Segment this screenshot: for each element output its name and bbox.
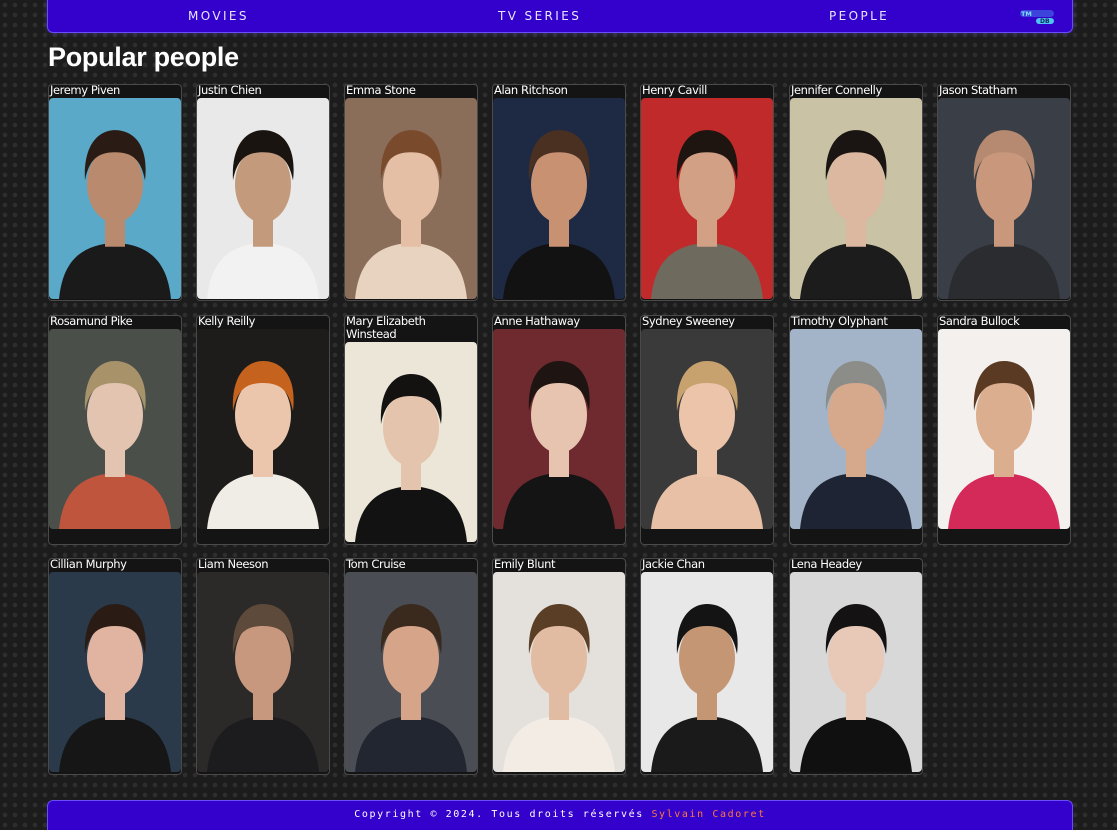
footer-author-link[interactable]: Sylvain Cadoret: [651, 809, 765, 820]
person-card[interactable]: Timothy Olyphant: [789, 315, 923, 545]
person-name: Jason Statham: [939, 84, 1018, 97]
person-photo: [49, 572, 181, 772]
person-name: Jeremy Piven: [50, 84, 120, 97]
footer: Copyright © 2024. Tous droits réservés S…: [47, 800, 1073, 830]
portrait-silhouette-icon: [49, 572, 181, 772]
person-name: Tom Cruise: [346, 558, 406, 571]
person-photo: [790, 572, 922, 772]
portrait-silhouette-icon: [197, 572, 329, 772]
person-card[interactable]: Jackie Chan: [640, 558, 774, 775]
person-card[interactable]: Lena Headey: [789, 558, 923, 775]
person-photo: [938, 329, 1070, 529]
footer-copyright-text: Copyright © 2024. Tous droits réservés: [354, 809, 652, 820]
person-name: Jennifer Connelly: [791, 84, 882, 97]
person-card[interactable]: Emily Blunt: [492, 558, 626, 775]
person-photo: [493, 329, 625, 529]
tmdb-logo-icon[interactable]: TM DB: [1020, 9, 1054, 25]
person-card[interactable]: Sydney Sweeney: [640, 315, 774, 545]
person-card[interactable]: Emma Stone: [344, 84, 478, 301]
person-photo: [790, 329, 922, 529]
portrait-silhouette-icon: [493, 98, 625, 299]
person-photo: [641, 98, 773, 299]
person-card[interactable]: Henry Cavill: [640, 84, 774, 301]
portrait-silhouette-icon: [493, 572, 625, 772]
portrait-silhouette-icon: [345, 572, 477, 772]
person-card[interactable]: Jeremy Piven: [48, 84, 182, 301]
person-name: Justin Chien: [198, 84, 262, 97]
person-name: Emma Stone: [346, 84, 416, 97]
person-name: Lena Headey: [791, 558, 862, 571]
person-card[interactable]: Justin Chien: [196, 84, 330, 301]
person-card[interactable]: Jason Statham: [937, 84, 1071, 301]
person-name: Rosamund Pike: [50, 315, 133, 328]
person-photo: [197, 98, 329, 299]
portrait-silhouette-icon: [938, 329, 1070, 529]
person-photo: [641, 572, 773, 772]
person-card[interactable]: Cillian Murphy: [48, 558, 182, 775]
portrait-silhouette-icon: [641, 98, 773, 299]
footer-copyright: Copyright © 2024. Tous droits réservés S…: [48, 809, 1072, 820]
portrait-silhouette-icon: [49, 98, 181, 299]
person-card[interactable]: Alan Ritchson: [492, 84, 626, 301]
portrait-silhouette-icon: [790, 329, 922, 529]
portrait-silhouette-icon: [641, 572, 773, 772]
person-photo: [493, 572, 625, 772]
person-name: Kelly Reilly: [198, 315, 256, 328]
person-name: Alan Ritchson: [494, 84, 568, 97]
person-photo: [345, 98, 477, 299]
portrait-silhouette-icon: [493, 329, 625, 529]
person-photo: [938, 98, 1070, 299]
person-photo: [197, 572, 329, 772]
portrait-silhouette-icon: [197, 329, 329, 529]
person-photo: [641, 329, 773, 529]
person-photo: [197, 329, 329, 529]
person-name: Timothy Olyphant: [791, 315, 888, 328]
person-name: Sandra Bullock: [939, 315, 1020, 328]
person-photo: [49, 98, 181, 299]
person-card[interactable]: Mary Elizabeth Winstead: [344, 315, 478, 545]
nav-movies-link[interactable]: MOVIES: [188, 9, 249, 23]
nav-tv-series-link[interactable]: TV SERIES: [498, 9, 581, 23]
person-card[interactable]: Anne Hathaway: [492, 315, 626, 545]
person-name: Henry Cavill: [642, 84, 707, 97]
person-photo: [49, 329, 181, 529]
person-photo: [345, 342, 477, 542]
portrait-silhouette-icon: [197, 98, 329, 299]
person-name: Sydney Sweeney: [642, 315, 735, 328]
page-title: Popular people: [48, 42, 239, 72]
person-card[interactable]: Sandra Bullock: [937, 315, 1071, 545]
top-navigation-bar: MOVIES TV SERIES PEOPLE TM DB: [47, 0, 1073, 33]
person-name: Anne Hathaway: [494, 315, 580, 328]
nav-people-link[interactable]: PEOPLE: [829, 9, 889, 23]
person-name: Cillian Murphy: [50, 558, 127, 571]
person-card[interactable]: Tom Cruise: [344, 558, 478, 775]
svg-text:TM: TM: [1021, 10, 1032, 18]
person-photo: [345, 572, 477, 772]
svg-text:DB: DB: [1040, 18, 1050, 25]
person-card[interactable]: Liam Neeson: [196, 558, 330, 775]
portrait-silhouette-icon: [641, 329, 773, 529]
person-photo: [790, 98, 922, 299]
portrait-silhouette-icon: [938, 98, 1070, 299]
person-card[interactable]: Rosamund Pike: [48, 315, 182, 545]
person-card[interactable]: Jennifer Connelly: [789, 84, 923, 301]
portrait-silhouette-icon: [790, 98, 922, 299]
person-name: Liam Neeson: [198, 558, 269, 571]
portrait-silhouette-icon: [345, 342, 477, 542]
portrait-silhouette-icon: [345, 98, 477, 299]
portrait-silhouette-icon: [790, 572, 922, 772]
person-card[interactable]: Kelly Reilly: [196, 315, 330, 545]
person-name: Mary Elizabeth Winstead: [346, 315, 426, 341]
person-photo: [493, 98, 625, 299]
person-name: Jackie Chan: [642, 558, 705, 571]
person-name: Emily Blunt: [494, 558, 556, 571]
portrait-silhouette-icon: [49, 329, 181, 529]
